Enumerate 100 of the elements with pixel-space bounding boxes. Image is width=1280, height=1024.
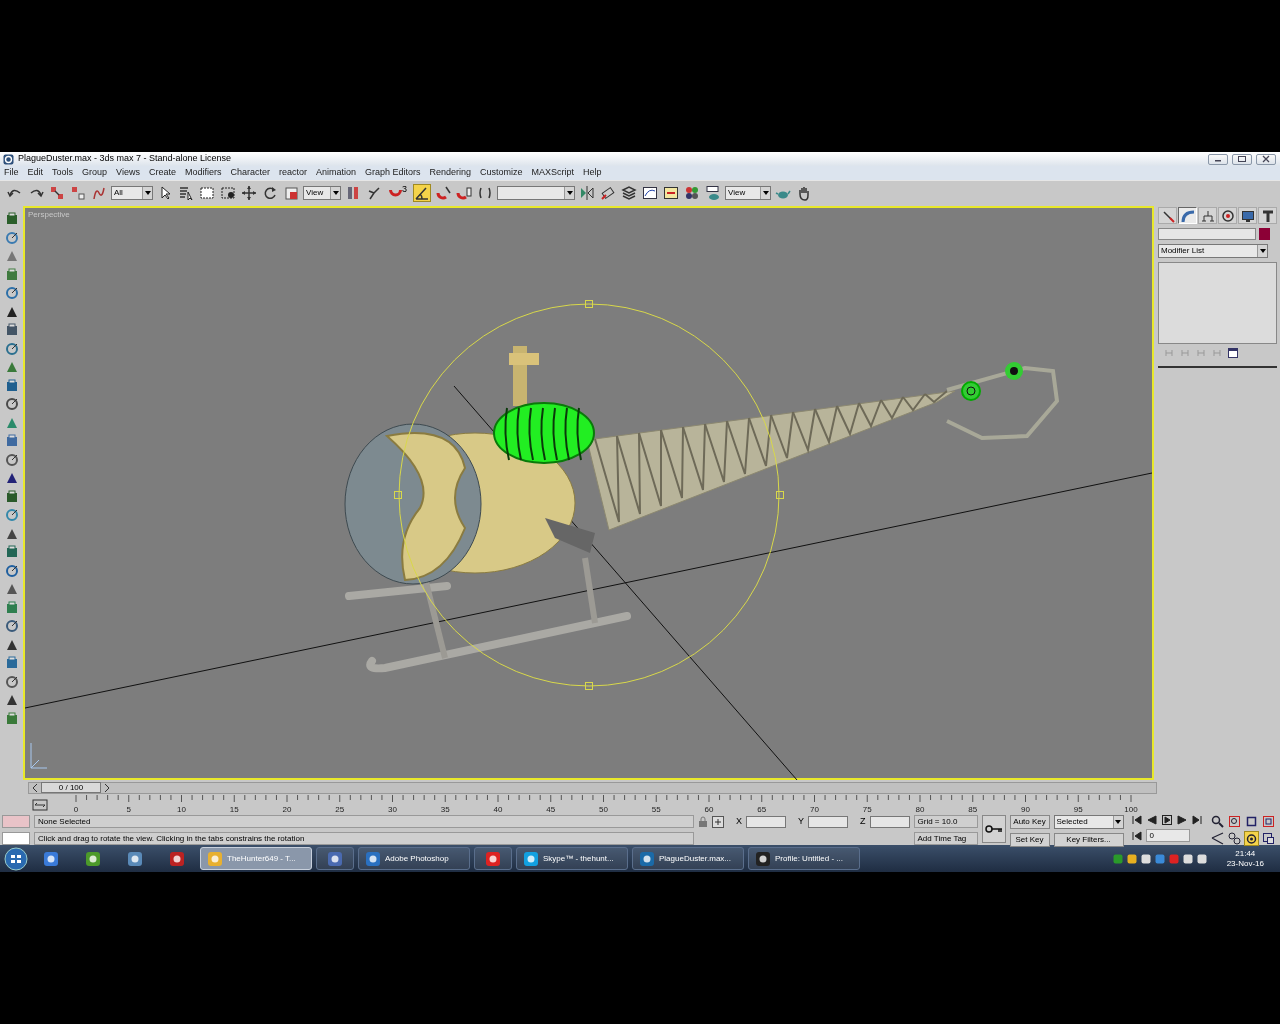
taskbar-window-button[interactable]: PlagueDuster.max...	[632, 847, 744, 870]
clock-date[interactable]: 23-Nov-16	[1226, 858, 1264, 869]
taskbar-window-button[interactable]: Profile: Untitled - ...	[748, 847, 860, 870]
tool-icon[interactable]	[3, 396, 20, 412]
menu-item[interactable]: Animation	[316, 166, 356, 180]
menu-item[interactable]: Graph Editors	[365, 166, 421, 180]
filter-icon[interactable]	[32, 799, 48, 811]
tray-icon[interactable]	[1140, 853, 1151, 864]
taskbar-window-button[interactable]: Adobe Photoshop	[358, 847, 470, 870]
tray-icon[interactable]	[1182, 853, 1193, 864]
frame-number: 75	[862, 804, 872, 816]
go-to-end-icon[interactable]	[1191, 815, 1203, 825]
time-slider-track[interactable]: 0 / 100	[28, 781, 1157, 794]
display-tab[interactable]	[1238, 207, 1257, 224]
arc-rotate-icon[interactable]	[1244, 832, 1258, 845]
menu-item[interactable]: Tools	[52, 166, 74, 180]
zoom-extents-icon[interactable]	[1244, 815, 1258, 828]
color-swatch[interactable]	[1259, 228, 1270, 240]
key-filters-button[interactable]: Key Filters...	[1053, 833, 1124, 847]
angle-snap-icon[interactable]	[413, 183, 431, 202]
app-icon	[85, 850, 101, 867]
name-field[interactable]	[1158, 228, 1256, 240]
menu-item[interactable]: Views	[116, 166, 140, 180]
lock-icon[interactable]	[698, 815, 708, 828]
play-icon[interactable]	[1161, 815, 1173, 825]
utilities-tab[interactable]	[1258, 207, 1277, 224]
pan-icon[interactable]	[1227, 832, 1241, 845]
zoom-icon[interactable]	[1210, 815, 1224, 828]
modify-tab[interactable]	[1178, 207, 1197, 224]
auto-key-button[interactable]: Auto Key	[1009, 815, 1050, 829]
motion-tab[interactable]	[1218, 207, 1237, 224]
selection-filter-dropdown[interactable]: All	[111, 185, 153, 200]
set-key-button[interactable]: Set Key	[1009, 833, 1050, 847]
menu-item[interactable]: Group	[82, 166, 108, 180]
key-mode-toggle-icon[interactable]	[1131, 830, 1142, 841]
menu-item[interactable]: MAXScript	[531, 166, 575, 180]
tray-icon[interactable]	[1196, 853, 1207, 864]
time-slider-thumb[interactable]: 0 / 100	[41, 782, 101, 793]
rotate-gizmo-drawing[interactable]	[394, 300, 784, 690]
menu-item[interactable]: Create	[148, 166, 176, 180]
menu-item[interactable]: Rendering	[429, 166, 472, 180]
taskbar-window-button[interactable]: Skype™ - thehunt...	[516, 847, 628, 870]
clock-time[interactable]: 21:44	[1226, 848, 1264, 859]
set-keys-button[interactable]	[981, 815, 1006, 843]
start-button[interactable]	[4, 846, 28, 871]
grid-size-field: Grid = 10.0	[913, 815, 978, 828]
maximize-button[interactable]	[1232, 153, 1252, 165]
menu-item[interactable]: Customize	[480, 166, 523, 180]
tool-icon[interactable]	[3, 618, 20, 634]
menu-item[interactable]: File	[4, 166, 19, 180]
absolute-mode-icon[interactable]	[712, 815, 724, 828]
tool-icon[interactable]	[3, 451, 20, 468]
coordinate-field[interactable]	[746, 815, 786, 828]
current-frame-field[interactable]: 0	[1145, 829, 1190, 842]
menu-item[interactable]: Help	[583, 166, 602, 180]
reference-coordinate-dropdown[interactable]: View	[303, 185, 341, 200]
close-button[interactable]	[1256, 153, 1276, 165]
app-icon	[327, 850, 343, 867]
frame-number: 60	[704, 804, 714, 816]
minimize-button[interactable]	[1208, 153, 1228, 165]
coordinate-field[interactable]	[869, 815, 910, 828]
field-of-view-icon[interactable]	[1210, 832, 1224, 845]
configure-sets-icon[interactable]	[1228, 348, 1238, 358]
maximize-icon	[1236, 154, 1248, 164]
frame-number: 85	[968, 804, 978, 816]
maximize-viewport-icon[interactable]	[1261, 832, 1275, 845]
tool-icon[interactable]	[3, 673, 20, 690]
menu-item[interactable]: Character	[230, 166, 270, 180]
coordinate-field[interactable]	[808, 815, 849, 828]
color-swatch[interactable]	[2, 832, 30, 845]
named-selection-dropdown[interactable]	[497, 185, 575, 200]
render-scene-icon[interactable]	[704, 183, 722, 202]
move-icon[interactable]	[240, 183, 258, 202]
go-to-start-icon[interactable]	[1131, 815, 1143, 825]
frame-number: 0	[73, 804, 79, 816]
layers-icon[interactable]	[620, 183, 638, 202]
mirror-icon[interactable]	[578, 183, 596, 202]
menu-item[interactable]: reactor	[278, 166, 307, 180]
add-time-tag-field[interactable]: Add Time Tag	[913, 832, 978, 845]
taskbar-window-button[interactable]	[474, 847, 512, 870]
menu-item[interactable]: Modifiers	[184, 166, 222, 180]
render-view-dropdown[interactable]: View	[725, 185, 771, 200]
hierarchy-tab[interactable]	[1198, 207, 1217, 224]
menu-item[interactable]: Edit	[27, 166, 44, 180]
modifier-list-dropdown[interactable]: Modifier List	[1158, 244, 1268, 258]
key-mode-dropdown[interactable]: Selected	[1053, 815, 1124, 829]
next-frame-icon[interactable]	[1176, 815, 1188, 825]
taskbar-window-button[interactable]	[316, 847, 354, 870]
zoom-extents-all-icon[interactable]	[1261, 815, 1275, 828]
frame-number: 30	[388, 804, 397, 816]
y-label: Y	[798, 815, 805, 828]
color-swatch[interactable]	[2, 815, 30, 828]
create-tab[interactable]	[1158, 207, 1177, 224]
close-icon	[1260, 154, 1272, 164]
snap-toggle-button[interactable]: 3	[386, 183, 410, 202]
dropdown-arrow-icon	[762, 190, 769, 195]
previous-frame-icon[interactable]	[1146, 815, 1158, 825]
tray-icon[interactable]	[1126, 853, 1137, 864]
zoom-all-icon[interactable]	[1227, 815, 1241, 828]
frame-number: 15	[229, 804, 239, 816]
